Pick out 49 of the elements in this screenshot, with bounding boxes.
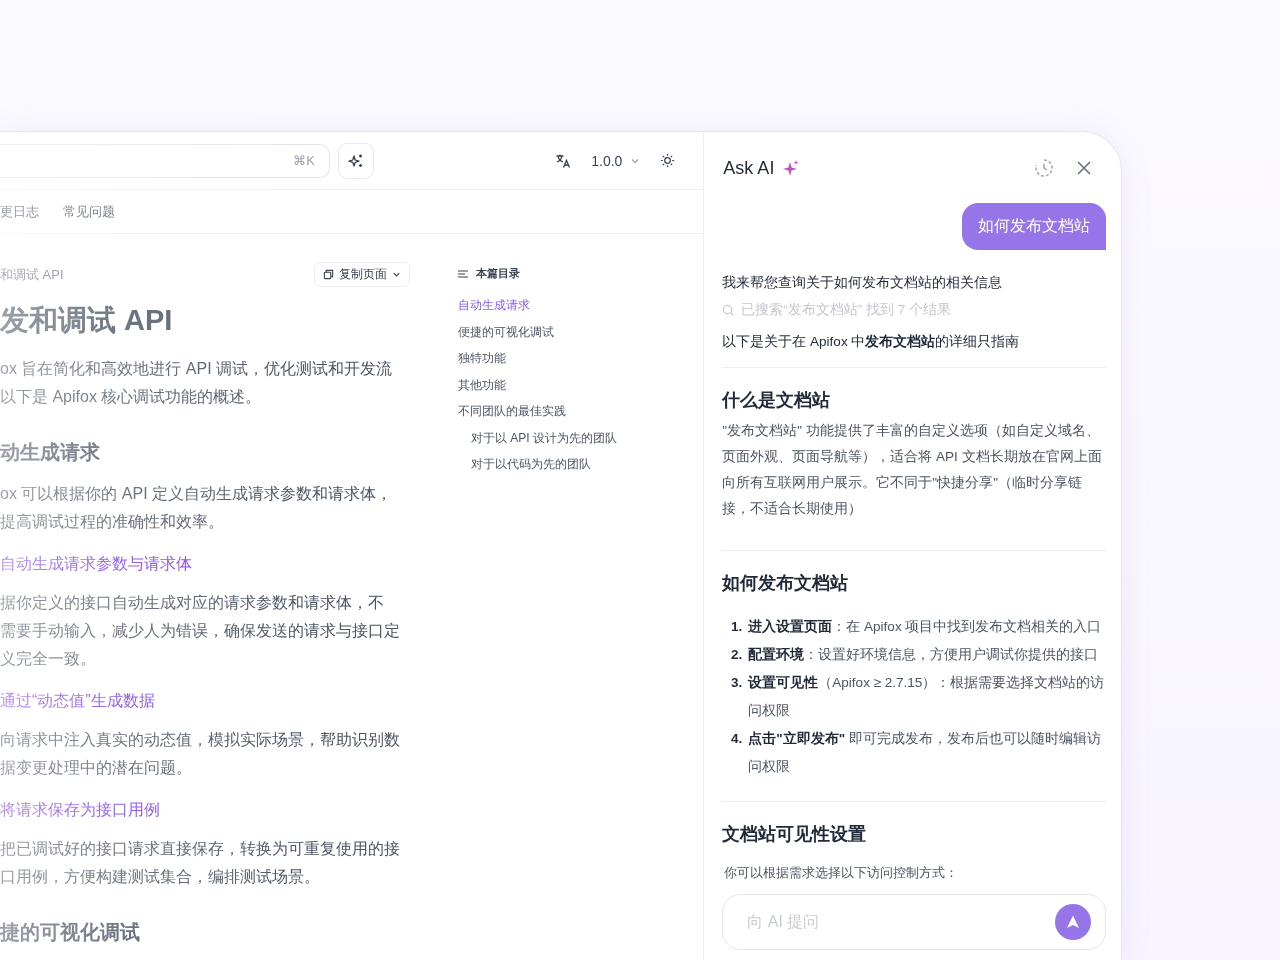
paragraph: ox 可以根据你的 API 定义自动生成请求参数和请求体， 提高调试过程的准确性和效率。 bbox=[0, 484, 394, 532]
search-status: 已搜索“发布文档站” 找到 7 个结果 bbox=[741, 301, 952, 319]
nav-tab[interactable]: 常见问题 bbox=[63, 202, 115, 221]
paragraph: 据你定义的接口自动生成对应的请求参数和请求体，不 需要手动输入，减少人为错误，确保发送的请求与接口定 义完全一致。 bbox=[0, 593, 401, 669]
toc-item[interactable]: 自动生成请求 bbox=[458, 297, 617, 324]
answer-text: 以下是关于在 Apifox 中发布文档站的详细只指南 bbox=[722, 333, 1021, 351]
translate-icon[interactable] bbox=[555, 152, 572, 169]
close-icon[interactable] bbox=[1076, 160, 1092, 176]
toc-title: 本篇目录 bbox=[476, 266, 520, 281]
user-message: 如何发布文档站 bbox=[962, 203, 1106, 250]
answer-paragraph: "发布文档站" 功能提供了丰富的自定义选项（如自定义域名、页面外观、页面导航等），适合将 API 文档长期放在官网上面向所有互联网用户展示。它不同于"快捷分享"（临时分享链接，不适合长期使用） bbox=[722, 422, 1103, 518]
send-icon bbox=[1065, 914, 1081, 930]
paragraph: 向请求中注入真实的动态值，模拟实际场景，帮助识别数 据变更处理中的潜在问题。 bbox=[0, 730, 401, 778]
sparkle-icon bbox=[348, 152, 364, 169]
sparkle-icon bbox=[782, 159, 801, 177]
paragraph: 把已调试好的接口请求直接保存，转换为可重复使用的接 口用例，方便构建测试集合，编排测试场景。 bbox=[0, 839, 401, 887]
answer-text: 你可以根据需求选择以下访问控制方式： bbox=[723, 864, 960, 882]
list-item-text: 配置环境：设置好环境信息，方便用户调试你提供的接口 bbox=[748, 646, 1099, 664]
answer-heading: 什么是文档站 bbox=[722, 389, 832, 412]
toc-item[interactable]: 便捷的可视化调试 bbox=[458, 323, 617, 350]
list-number: 4. bbox=[730, 730, 744, 748]
section-heading: 动生成请求 bbox=[0, 440, 101, 465]
answer-heading: 文档站可见性设置 bbox=[722, 823, 868, 846]
list-item-text: 点击"立即发布" 即可完成发布，发布后也可以随时编辑访问权限 bbox=[748, 730, 1102, 776]
answer-heading: 如何发布文档站 bbox=[722, 572, 850, 595]
send-button[interactable] bbox=[1055, 904, 1091, 940]
chevron-down-icon bbox=[392, 270, 401, 279]
toc-item[interactable]: 不同团队的最佳实践 bbox=[458, 403, 617, 430]
section-heading: 捷的可视化调试 bbox=[0, 920, 141, 945]
copy-icon bbox=[323, 269, 334, 280]
list-number: 3. bbox=[730, 674, 744, 692]
list-number: 2. bbox=[730, 646, 744, 664]
answer-text: 我来帮您查询关于如何发布文档站的相关信息 bbox=[722, 274, 1004, 292]
list-number: 1. bbox=[730, 618, 744, 636]
paragraph: ox 旨在简化和高效地进行 API 调试，优化测试和开发流 以下是 Apifox 核心调试功能的概述。 bbox=[0, 359, 394, 407]
panel-title: Ask AI bbox=[723, 157, 775, 179]
list-item-text: 设置可见性（Apifox ≥ 2.7.15）：根据需要选择文档站的访问权限 bbox=[748, 674, 1106, 720]
version-dropdown[interactable]: 1.0.0 bbox=[591, 152, 641, 169]
toc-item[interactable]: 对于以代码为先的团队 bbox=[458, 456, 617, 483]
search-icon bbox=[722, 303, 736, 317]
toc-item[interactable]: 对于以 API 设计为先的团队 bbox=[458, 429, 617, 456]
toc-item[interactable]: 其他功能 bbox=[458, 376, 617, 403]
sun-icon[interactable] bbox=[660, 153, 676, 169]
page-title: 发和调试 API bbox=[0, 303, 174, 338]
toc-item[interactable]: 独特功能 bbox=[458, 350, 617, 377]
copy-page-button[interactable]: 复制页面 bbox=[314, 262, 410, 287]
ai-button[interactable] bbox=[338, 142, 374, 179]
list-item-text: 进入设置页面：在 Apifox 项目中找到发布文档相关的入口 bbox=[748, 618, 1102, 636]
list-icon bbox=[458, 269, 468, 278]
